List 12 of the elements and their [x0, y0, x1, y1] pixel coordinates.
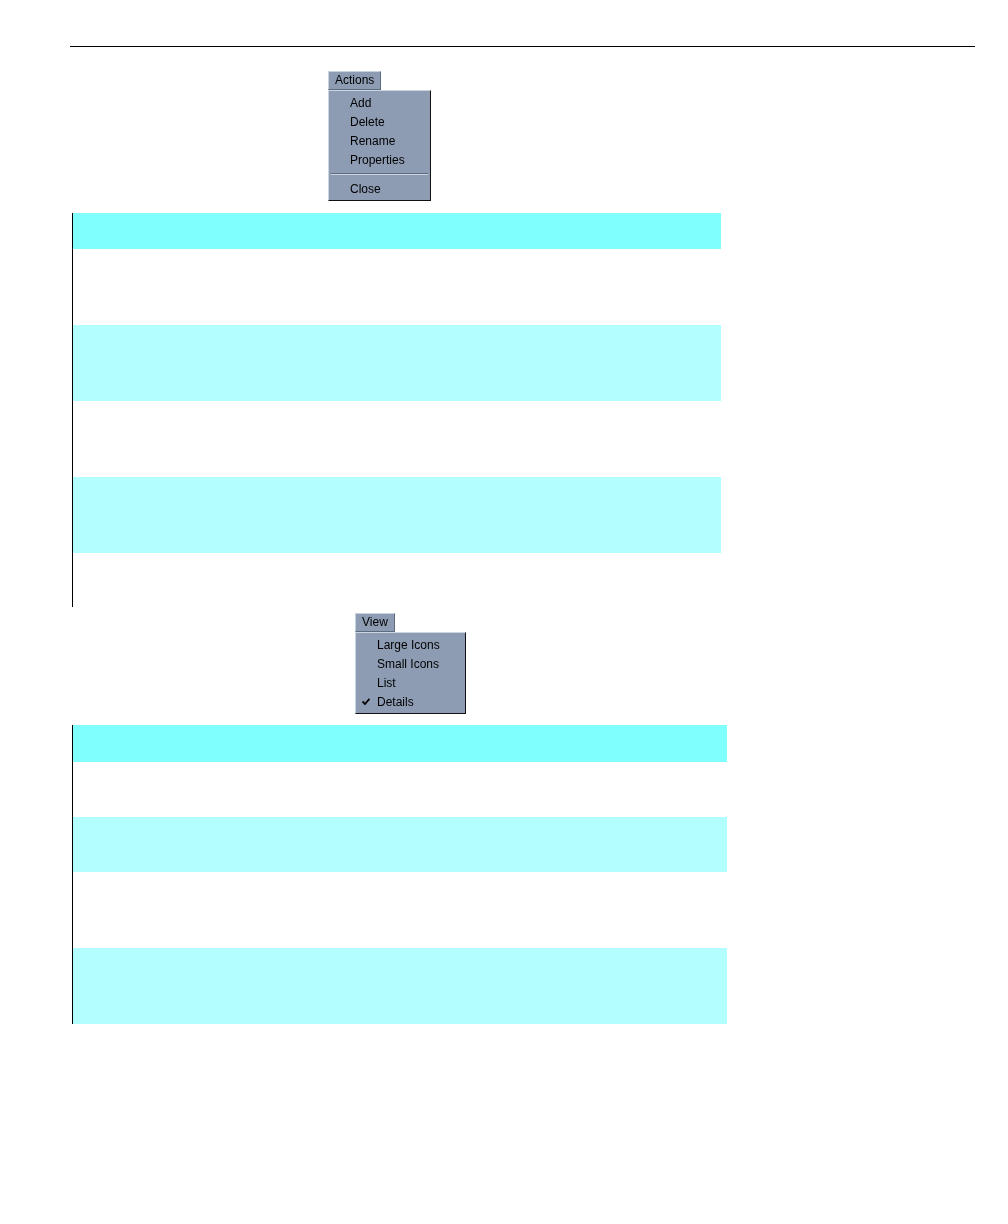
menu-item[interactable]: Close — [329, 179, 430, 198]
menu-item[interactable]: Add — [329, 93, 430, 112]
menu-item[interactable]: Details — [356, 692, 465, 711]
menu-button[interactable]: Actions — [328, 71, 382, 90]
menu-item[interactable]: Delete — [329, 112, 430, 131]
menu-button[interactable]: View — [355, 613, 395, 632]
menu-item[interactable]: Rename — [329, 131, 430, 150]
menu-item[interactable]: Properties — [329, 150, 430, 169]
checkmark-icon — [362, 698, 370, 705]
menu-item[interactable]: List — [356, 673, 465, 692]
menu-item[interactable]: Small Icons — [356, 654, 465, 673]
menu-item[interactable]: Large Icons — [356, 635, 465, 654]
